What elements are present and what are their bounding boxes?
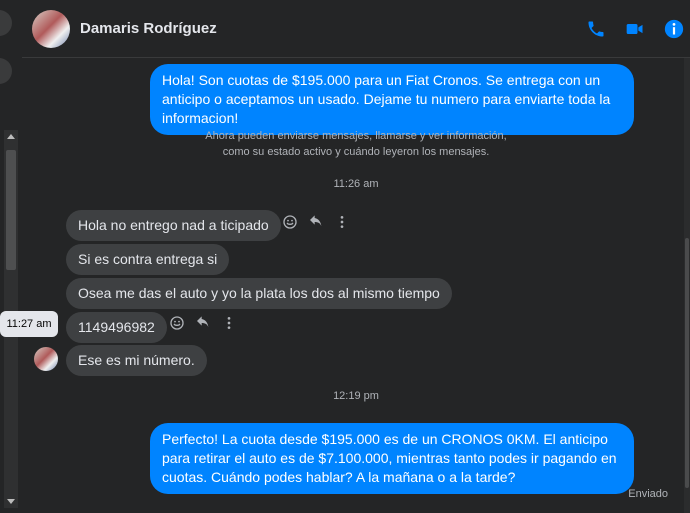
reply-icon[interactable]: [307, 213, 325, 231]
system-notice: Ahora pueden enviarse mensajes, llamarse…: [22, 128, 690, 160]
phone-icon[interactable]: [584, 17, 608, 41]
timestamp: 11:26 am: [333, 178, 379, 190]
system-notice-text: Ahora pueden enviarse mensajes, llamarse…: [205, 130, 507, 158]
incoming-message[interactable]: Si es contra entrega si: [66, 244, 230, 275]
scrollbar-thumb[interactable]: [685, 238, 689, 488]
message-status: Enviado: [628, 488, 668, 500]
chat-window: Damaris Rodríguez Hola! Son cuotas de $1…: [22, 0, 690, 513]
react-emoji-icon[interactable]: [281, 213, 299, 231]
reply-icon[interactable]: [194, 314, 212, 332]
contact-avatar-small[interactable]: [34, 347, 58, 371]
more-options-icon[interactable]: [333, 213, 351, 231]
react-emoji-icon[interactable]: [168, 314, 186, 332]
scroll-down-icon[interactable]: [7, 499, 15, 504]
left-panel-strip: [0, 0, 22, 513]
hover-timestamp-tooltip: 11:27 am: [0, 311, 58, 337]
contact-avatar[interactable]: [32, 10, 70, 48]
info-icon[interactable]: [662, 17, 686, 41]
incoming-message[interactable]: Osea me das el auto y yo la plata los do…: [66, 278, 452, 309]
message-actions: [168, 314, 238, 332]
chat-header: Damaris Rodríguez: [22, 0, 690, 58]
message-list[interactable]: Hola! Son cuotas de $195.000 para un Fia…: [22, 58, 690, 513]
message-actions: [281, 213, 351, 231]
video-camera-icon[interactable]: [623, 17, 647, 41]
incoming-message[interactable]: Hola no entrego nad a ticipado: [66, 210, 281, 241]
scroll-up-icon[interactable]: [7, 134, 15, 139]
contact-name[interactable]: Damaris Rodríguez: [80, 20, 217, 37]
left-panel-avatar[interactable]: [0, 10, 12, 36]
more-options-icon[interactable]: [220, 314, 238, 332]
incoming-message[interactable]: 1149496982: [66, 312, 167, 343]
incoming-message[interactable]: Ese es mi número.: [66, 345, 207, 376]
scrollbar-thumb[interactable]: [6, 150, 16, 270]
outgoing-message[interactable]: Perfecto! La cuota desde $195.000 es de …: [150, 423, 634, 494]
outgoing-message[interactable]: Hola! Son cuotas de $195.000 para un Fia…: [150, 64, 634, 135]
left-panel-avatar[interactable]: [0, 58, 12, 84]
timestamp: 12:19 pm: [333, 390, 379, 402]
chat-scrollbar[interactable]: [684, 58, 690, 513]
